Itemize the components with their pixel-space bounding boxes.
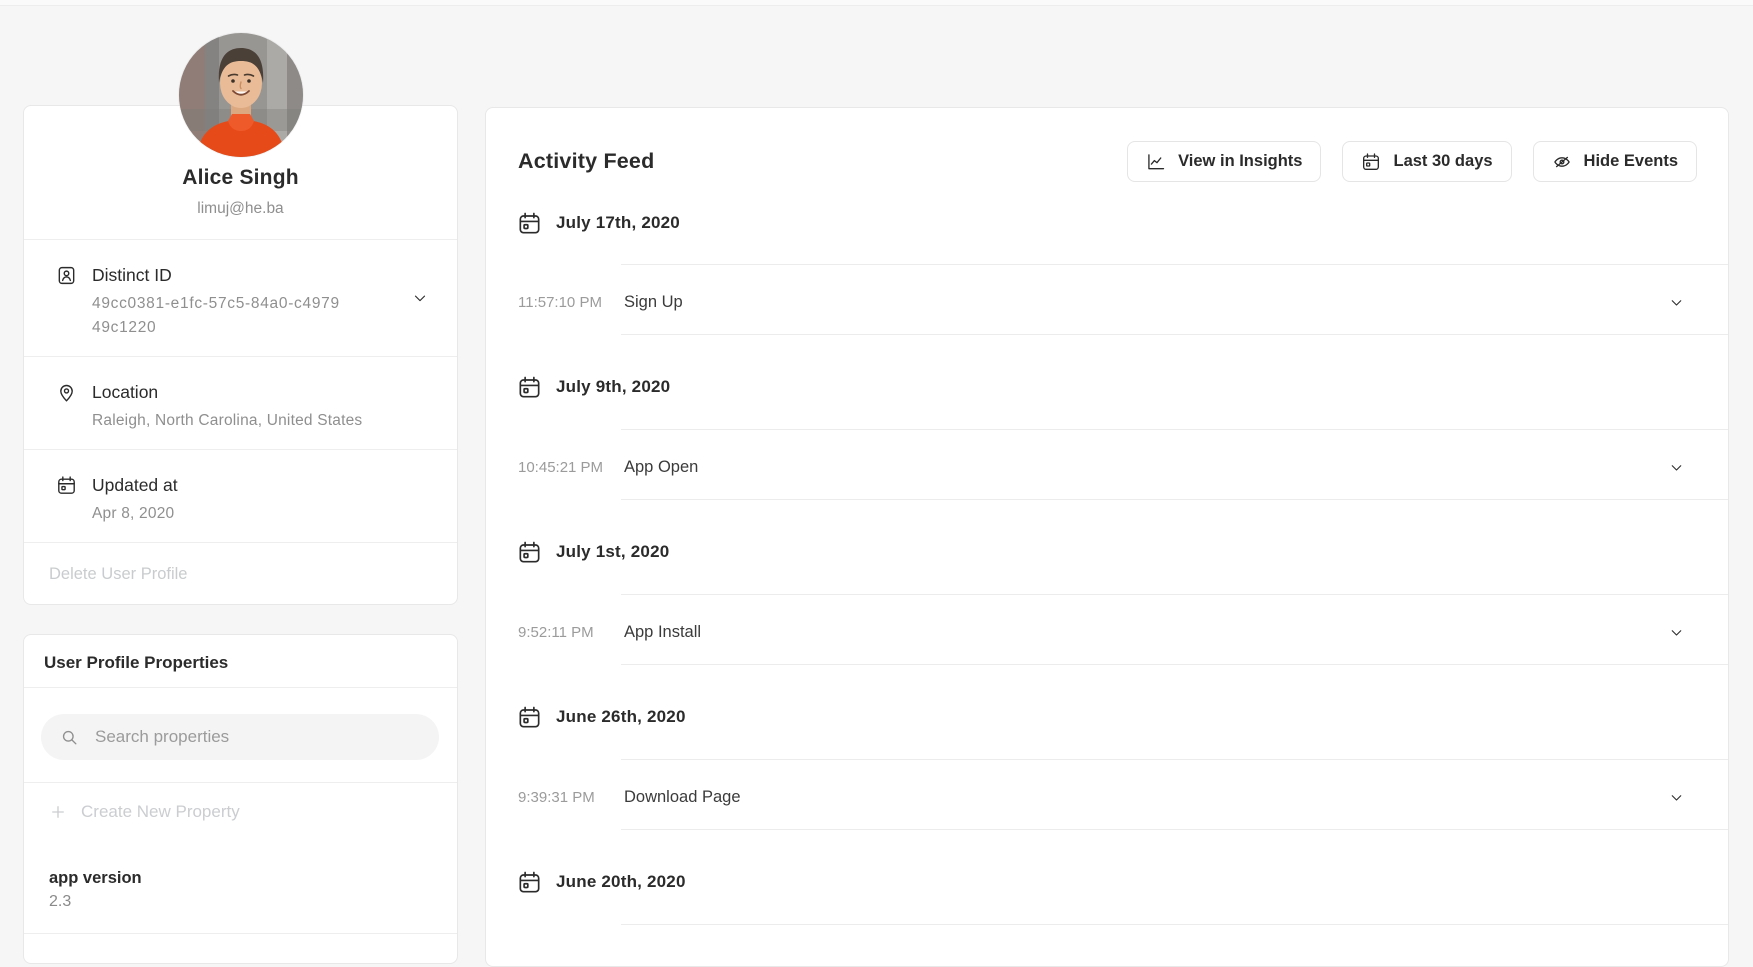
button-label: Hide Events xyxy=(1584,152,1678,171)
properties-panel-title: User Profile Properties xyxy=(24,635,457,687)
chevron-down-icon[interactable] xyxy=(1668,459,1685,481)
chevron-down-icon[interactable] xyxy=(1668,789,1685,811)
calendar-icon xyxy=(517,870,542,895)
property-value: 2.3 xyxy=(49,893,437,911)
profile-fields: Distinct ID 49cc0381-e1fc-57c5-84a0-c4979… xyxy=(24,239,457,542)
id-badge-icon xyxy=(56,265,77,286)
activity-feed-title: Activity Feed xyxy=(518,149,654,174)
chevron-down-icon[interactable] xyxy=(1668,294,1685,316)
delete-user-profile-button[interactable]: Delete User Profile xyxy=(49,565,187,584)
chevron-down-icon[interactable] xyxy=(1668,624,1685,646)
activity-feed-header: Activity Feed View in Insights Last 30 da… xyxy=(486,108,1728,182)
calendar-icon xyxy=(517,211,542,236)
feed-date-label: July 1st, 2020 xyxy=(556,542,669,562)
chevron-down-icon[interactable] xyxy=(411,289,429,312)
activity-feed-card: Activity Feed View in Insights Last 30 da… xyxy=(485,107,1729,967)
event-name: App Install xyxy=(624,623,701,642)
profile-field-distinct-id: Distinct ID 49cc0381-e1fc-57c5-84a0-c4979… xyxy=(24,239,457,356)
avatar-portrait-image xyxy=(179,33,303,157)
feed-date-group: July 9th, 2020 10:45:21 PMApp Open xyxy=(486,335,1728,500)
profile-sidebar: Alice Singh limuj@he.ba Distinct ID 49cc0… xyxy=(23,0,458,964)
feed-date-header: June 20th, 2020 xyxy=(486,830,1728,924)
profile-name: Alice Singh xyxy=(44,166,437,190)
event-time: 11:57:10 PM xyxy=(518,294,624,311)
calendar-icon xyxy=(517,705,542,730)
feed-date-label: June 26th, 2020 xyxy=(556,707,686,727)
button-label: Last 30 days xyxy=(1393,152,1492,171)
calendar-icon xyxy=(517,540,542,565)
line-chart-icon xyxy=(1146,152,1166,172)
field-label: Distinct ID xyxy=(92,265,172,286)
feed-date-group: July 17th, 2020 11:57:10 PMSign Up xyxy=(486,182,1728,335)
search-box[interactable] xyxy=(41,714,439,760)
location-pin-icon xyxy=(56,382,77,403)
feed-date-label: June 20th, 2020 xyxy=(556,872,686,892)
calendar-icon xyxy=(517,375,542,400)
last-30-days-button[interactable]: Last 30 days xyxy=(1342,141,1511,182)
feed-date-group: July 1st, 2020 9:52:11 PMApp Install xyxy=(486,500,1728,665)
event-name: App Open xyxy=(624,458,698,477)
properties-list: app version 2.3 xyxy=(24,841,457,934)
plus-icon xyxy=(49,803,67,821)
field-value: Apr 8, 2020 xyxy=(92,502,409,526)
button-label: View in Insights xyxy=(1178,152,1302,171)
event-time: 9:39:31 PM xyxy=(518,789,624,806)
feed-date-label: July 9th, 2020 xyxy=(556,377,670,397)
feed-date-header: July 17th, 2020 xyxy=(486,182,1728,264)
page-content: Alice Singh limuj@he.ba Distinct ID 49cc0… xyxy=(0,0,1753,967)
search-section xyxy=(24,687,457,782)
field-head: Location xyxy=(56,382,409,403)
field-head: Updated at xyxy=(56,475,409,496)
activity-feed-toolbar: View in Insights Last 30 days Hide Events xyxy=(1127,141,1697,182)
feed-date-header: July 9th, 2020 xyxy=(486,335,1728,429)
page-top-edge xyxy=(0,0,1753,6)
event-row-sign-up[interactable]: 11:57:10 PMSign Up xyxy=(486,265,1728,334)
field-value: 49cc0381-e1fc-57c5-84a0-c497949c1220 xyxy=(92,292,344,340)
feed-date-group: June 26th, 2020 9:39:31 PMDownload Page xyxy=(486,665,1728,830)
event-row-app-open[interactable]: 10:45:21 PMApp Open xyxy=(486,430,1728,499)
feed-date-label: July 17th, 2020 xyxy=(556,213,680,233)
event-time: 10:45:21 PM xyxy=(518,459,624,476)
create-new-property-label: Create New Property xyxy=(81,802,240,822)
create-new-property-button[interactable]: Create New Property xyxy=(24,782,457,841)
field-label: Updated at xyxy=(92,475,178,496)
field-value: Raleigh, North Carolina, United States xyxy=(92,409,409,433)
calendar-icon xyxy=(56,475,77,496)
event-time: 9:52:11 PM xyxy=(518,624,624,641)
field-label: Location xyxy=(92,382,158,403)
feed-date-group: June 20th, 2020 xyxy=(486,830,1728,925)
search-properties-input[interactable] xyxy=(93,726,423,748)
profile-email: limuj@he.ba xyxy=(44,200,437,218)
search-icon xyxy=(60,728,79,747)
property-name: app version xyxy=(49,869,437,888)
view-in-insights-button[interactable]: View in Insights xyxy=(1127,141,1321,182)
profile-card: Alice Singh limuj@he.ba Distinct ID 49cc0… xyxy=(23,105,458,605)
event-row-app-install[interactable]: 9:52:11 PMApp Install xyxy=(486,595,1728,664)
property-item-app-version[interactable]: app version 2.3 xyxy=(24,841,457,934)
calendar-icon xyxy=(1361,152,1381,172)
profile-field-updated-at: Updated at Apr 8, 2020 xyxy=(24,449,457,542)
feed-date-header: July 1st, 2020 xyxy=(486,500,1728,594)
feed-date-header: June 26th, 2020 xyxy=(486,665,1728,759)
delete-row: Delete User Profile xyxy=(24,542,457,604)
hide-events-button[interactable]: Hide Events xyxy=(1533,141,1697,182)
user-profile-properties-card: User Profile Properties Create New Prope… xyxy=(23,634,458,964)
eye-off-icon xyxy=(1552,152,1572,172)
avatar xyxy=(179,33,303,157)
divider xyxy=(621,924,1728,925)
event-row-download-page[interactable]: 9:39:31 PMDownload Page xyxy=(486,760,1728,829)
event-name: Download Page xyxy=(624,788,741,807)
event-name: Sign Up xyxy=(624,293,683,312)
profile-field-location: Location Raleigh, North Carolina, United … xyxy=(24,356,457,449)
activity-feed-groups: July 17th, 202011:57:10 PMSign UpJuly 9t… xyxy=(486,182,1728,925)
field-head: Distinct ID xyxy=(56,265,409,286)
